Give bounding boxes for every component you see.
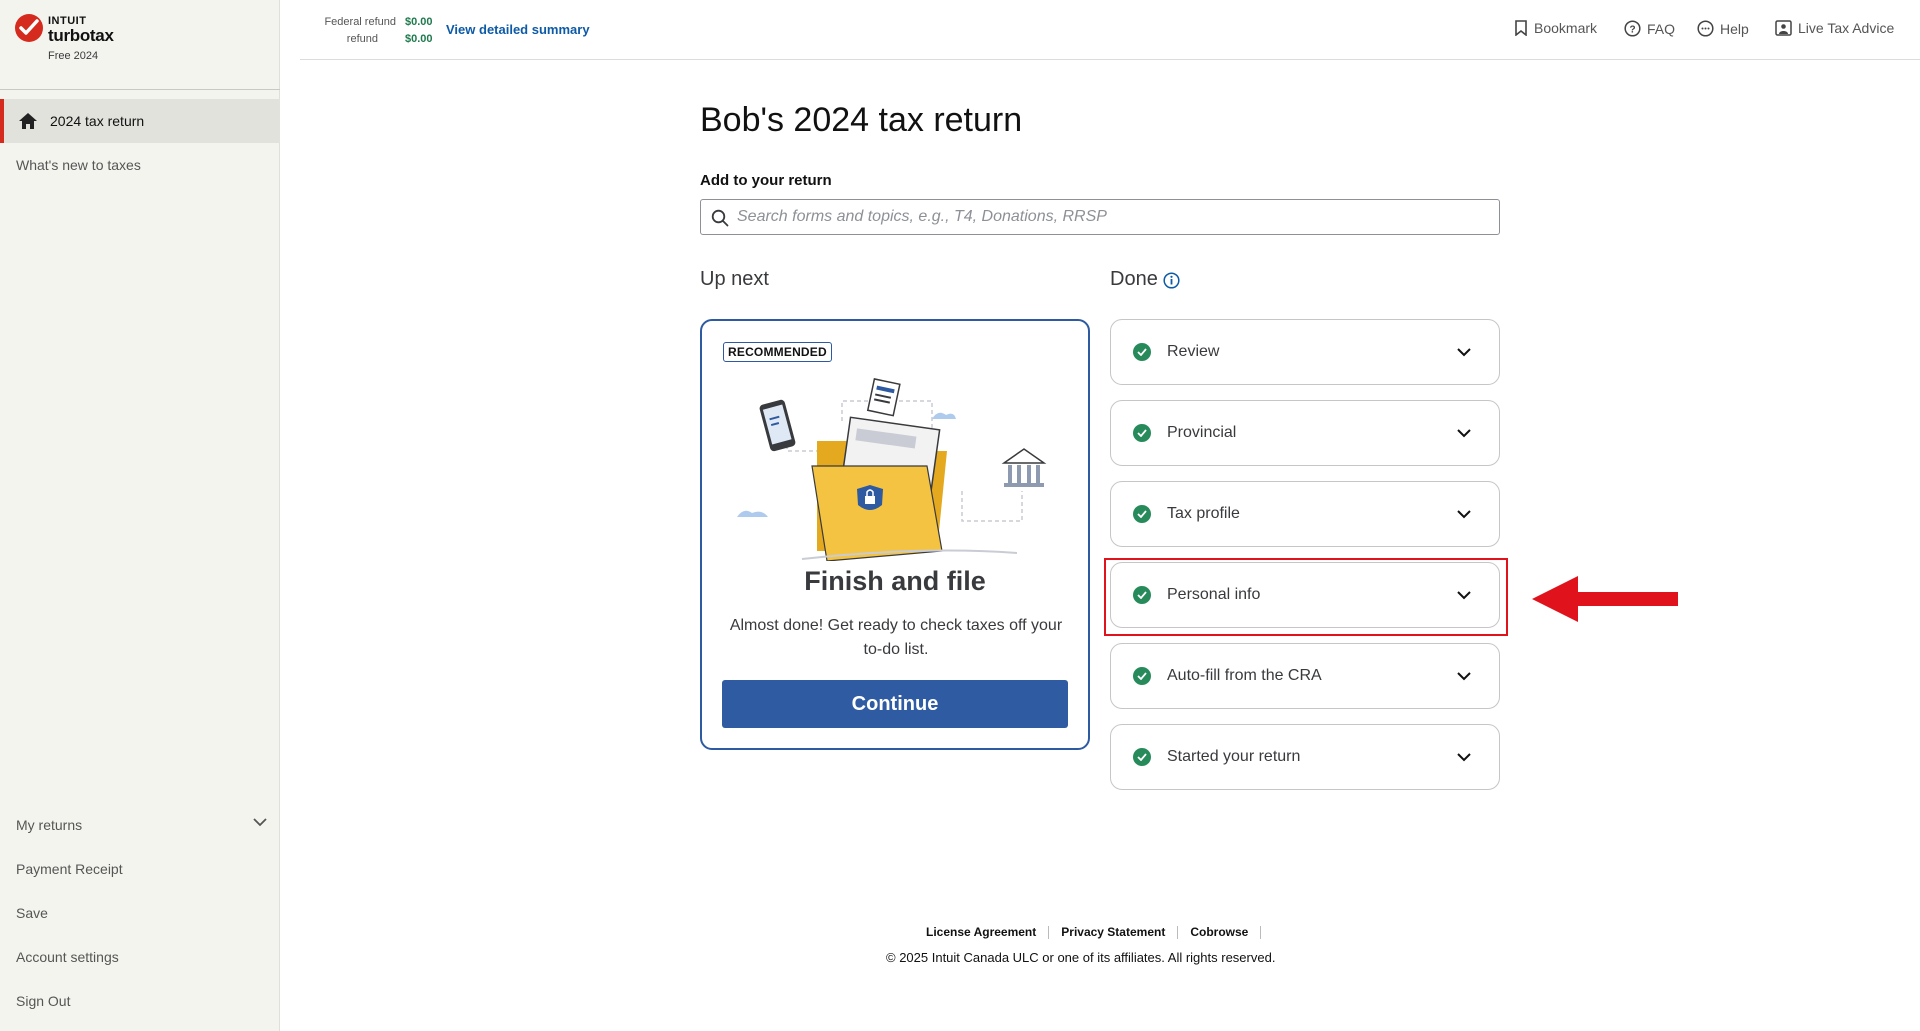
- check-circle-icon: [1133, 505, 1151, 523]
- faq-button[interactable]: ? FAQ: [1624, 20, 1675, 37]
- page-title: Bob's 2024 tax return: [700, 101, 1023, 139]
- done-item-review[interactable]: Review: [1110, 319, 1500, 385]
- done-item-started-return[interactable]: Started your return: [1110, 724, 1500, 790]
- done-item-provincial[interactable]: Provincial: [1110, 400, 1500, 466]
- done-item-label: Tax profile: [1167, 505, 1240, 522]
- logo-product: turbotax: [48, 26, 114, 45]
- done-item-tax-profile[interactable]: Tax profile: [1110, 481, 1500, 547]
- sidebar-item-whats-new[interactable]: What's new to taxes: [16, 157, 141, 173]
- footer-links: License Agreement Privacy Statement Cobr…: [926, 926, 1262, 939]
- refund-labels: Federal refund refund: [318, 14, 396, 48]
- bookmark-icon: [1515, 20, 1527, 36]
- federal-refund-label: Federal refund: [324, 16, 396, 28]
- up-next-heading: Up next: [700, 268, 769, 290]
- sidebar-item-tax-return[interactable]: 2024 tax return: [0, 99, 280, 143]
- folder-illustration: [737, 378, 1047, 561]
- finish-and-file-card: RECOMMENDED Finish and file Almost done!…: [700, 319, 1090, 750]
- annotation-arrow-icon: [1532, 576, 1678, 622]
- chevron-down-icon: [1457, 509, 1471, 518]
- svg-text:?: ?: [1629, 25, 1635, 36]
- check-circle-icon: [1133, 424, 1151, 442]
- cobrowse-link[interactable]: Cobrowse: [1178, 926, 1262, 939]
- sidebar-item-payment-receipt[interactable]: Payment Receipt: [16, 861, 123, 877]
- checkmark-logo-icon: [15, 14, 43, 42]
- done-item-label: Review: [1167, 343, 1220, 360]
- sidebar-item-save[interactable]: Save: [16, 905, 48, 921]
- done-item-label: Started your return: [1167, 748, 1301, 765]
- continue-button[interactable]: Continue: [722, 680, 1068, 728]
- refund-label: refund: [346, 33, 378, 45]
- chat-bubble-icon: [1697, 20, 1714, 37]
- done-item-label: Auto-fill from the CRA: [1167, 667, 1322, 684]
- help-label: Help: [1720, 20, 1749, 37]
- bookmark-label: Bookmark: [1534, 20, 1598, 36]
- privacy-statement-link[interactable]: Privacy Statement: [1049, 926, 1179, 939]
- check-circle-icon: [1133, 667, 1151, 685]
- view-detailed-summary-link[interactable]: View detailed summary: [446, 22, 590, 37]
- search-icon: [711, 209, 729, 227]
- help-button[interactable]: Help: [1697, 20, 1749, 37]
- license-agreement-link[interactable]: License Agreement: [926, 926, 1050, 939]
- home-icon: [19, 113, 37, 129]
- chevron-down-icon: [1457, 347, 1471, 356]
- sidebar-item-account-settings[interactable]: Account settings: [16, 949, 119, 965]
- card-description: Almost done! Get ready to check taxes of…: [729, 617, 1063, 658]
- live-tax-advice-button[interactable]: Live Tax Advice: [1775, 20, 1894, 36]
- turbotax-logo[interactable]: INTUIT turbotax Free 2024: [15, 14, 155, 66]
- chevron-down-icon: [1457, 671, 1471, 680]
- done-heading: Done: [1110, 268, 1158, 290]
- expert-video-icon: [1775, 20, 1792, 36]
- info-icon[interactable]: [1163, 272, 1180, 289]
- chevron-down-icon: [1457, 752, 1471, 761]
- recommended-badge: RECOMMENDED: [723, 342, 832, 362]
- add-to-return-label: Add to your return: [700, 172, 832, 189]
- live-tax-advice-label: Live Tax Advice: [1798, 20, 1895, 36]
- provincial-refund-value: $0.00: [405, 33, 433, 45]
- search-input[interactable]: [737, 200, 1487, 234]
- sidebar-item-label: 2024 tax return: [50, 113, 145, 129]
- check-circle-icon: [1133, 748, 1151, 766]
- refund-values: $0.00 $0.00: [405, 14, 433, 48]
- question-circle-icon: ?: [1624, 20, 1641, 37]
- done-item-auto-fill-cra[interactable]: Auto-fill from the CRA: [1110, 643, 1500, 709]
- chevron-down-icon: [1457, 428, 1471, 437]
- chevron-down-icon[interactable]: [253, 818, 267, 827]
- federal-refund-value: $0.00: [405, 16, 433, 28]
- sidebar-item-my-returns[interactable]: My returns: [16, 817, 82, 833]
- faq-label: FAQ: [1647, 20, 1676, 37]
- sidebar: INTUIT turbotax Free 2024 2024 tax retur…: [0, 0, 280, 1031]
- check-circle-icon: [1133, 343, 1151, 361]
- sidebar-divider: [0, 89, 280, 90]
- sidebar-item-sign-out[interactable]: Sign Out: [16, 993, 70, 1009]
- search-field[interactable]: [700, 199, 1500, 235]
- copyright-text: © 2025 Intuit Canada ULC or one of its a…: [886, 950, 1276, 965]
- bookmark-button[interactable]: Bookmark: [1514, 20, 1597, 36]
- card-title: Finish and file: [804, 566, 986, 596]
- done-item-label: Provincial: [1167, 424, 1237, 441]
- annotation-highlight-box: [1104, 558, 1508, 636]
- top-header: Federal refund refund $0.00 $0.00 View d…: [300, 0, 1920, 60]
- logo-edition: Free 2024: [48, 50, 99, 62]
